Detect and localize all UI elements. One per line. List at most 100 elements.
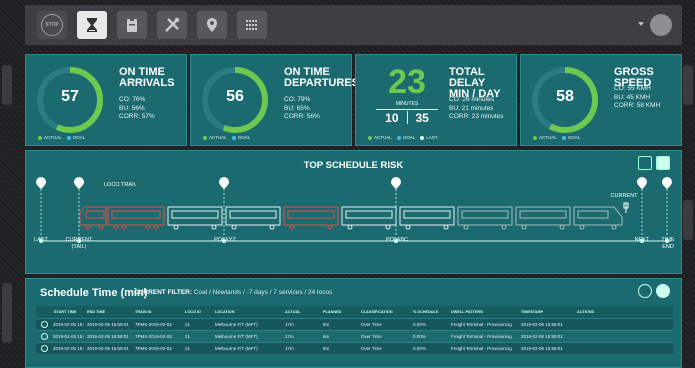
table-cell: 0.00% — [413, 346, 426, 351]
expand-row-icon[interactable] — [41, 333, 48, 340]
column-header[interactable]: LOCATION — [212, 310, 282, 314]
table-cell: 6m — [323, 322, 330, 327]
table-cell: 2019-02-05 15:59:01 — [521, 334, 563, 339]
table-cell: Melbourne F/T (MFT) — [215, 346, 258, 351]
table-cell: 17m — [285, 322, 294, 327]
pin-poi-xyz-icon — [219, 177, 229, 189]
table-cell: 7PMS-2019-02-02 — [135, 334, 172, 339]
wagon-2 — [225, 206, 281, 230]
kpi-total-delay[interactable]: 23 MINUTES 10 35 TOTAL DELAY MIN / DAY CO:… — [355, 54, 517, 146]
user-menu-chevron-icon[interactable] — [638, 22, 644, 26]
arrivals-legend: ACTUAL GOAL — [38, 135, 85, 140]
pin-time-end-icon — [662, 177, 672, 189]
table-cell: 2019-02-05 15:02:39 — [53, 334, 84, 339]
wagon-7 — [515, 206, 571, 230]
signal-icon — [623, 202, 629, 213]
pin-current-tail-icon — [74, 177, 84, 189]
table-cell: 17m — [285, 334, 294, 339]
stop-button[interactable]: STOP — [37, 11, 67, 39]
clipboard-icon — [127, 18, 137, 32]
loco-lead — [573, 206, 623, 230]
stop-icon: STOP — [41, 14, 63, 36]
kpi-on-time-arrivals[interactable]: 57 ON TIME ARRIVALS CO: 76% BU: 56% CORR: 5… — [25, 54, 187, 146]
pin-poi-abc-icon — [391, 177, 401, 189]
table-cell: Freight Terminal - Provisioning — [451, 322, 512, 327]
column-header[interactable]: LOCO ID — [182, 310, 212, 314]
departures-stats: CO: 79% BU: 65% CORR: 56% — [284, 96, 320, 120]
table-cell: Freight Terminal - Provisioning — [451, 334, 512, 339]
table-cell: 2019-02-05 15:59:01 — [521, 322, 563, 327]
table-cell: 21 — [185, 334, 191, 339]
delay-legend: ACTUAL GOAL LAST — [368, 135, 438, 140]
table-cell: Melbourne F/T (MFT) — [215, 322, 258, 327]
right-drawer-tab[interactable] — [683, 200, 693, 240]
delay-stats: CO: 26 minutes BU: 21 minutes CORR: 23 min… — [449, 96, 504, 120]
column-header[interactable]: PLANNED — [320, 310, 358, 314]
kpi-gross-speed[interactable]: 58 GROSS SPEED CO: 55 KMH BU: 45 KMH CORR:… — [520, 54, 682, 146]
column-header[interactable]: DWELL PATTERN — [448, 310, 518, 314]
schedule-grid-icon — [246, 20, 257, 30]
list-view-icon[interactable] — [656, 284, 670, 298]
column-header[interactable]: TIMESTAMP — [518, 310, 574, 314]
delay-split: 10 35 — [385, 111, 429, 125]
column-header[interactable]: TRAIN ID — [132, 310, 182, 314]
left-drawer-tab[interactable] — [2, 283, 12, 343]
wagon-4 — [341, 206, 397, 230]
table-cell: 2019-02-05 15:59:01 — [521, 346, 563, 351]
pin-last-icon — [36, 177, 46, 189]
avatar[interactable] — [650, 14, 672, 36]
wagon-1 — [167, 206, 223, 230]
loco-trail-label: LOCO TRAIL — [104, 182, 137, 188]
kpi-on-time-departures[interactable]: 56 ON TIME DEPARTURES CO: 79% BU: 65% CORR:… — [190, 54, 359, 146]
table-cell: 21 — [185, 322, 191, 327]
left-expand-tab[interactable] — [2, 65, 12, 105]
table-row[interactable]: 2019-02-05 15:02:392019-02-05 15:59:017P… — [36, 330, 673, 342]
risk-timeline — [36, 177, 672, 243]
table-cell: 6m — [323, 334, 330, 339]
arrivals-stats: CO: 76% BU: 56% CORR: 57% — [119, 96, 155, 120]
table-cell: Freight Terminal - Provisioning — [451, 346, 512, 351]
table-cell: 17m — [285, 346, 294, 351]
arrivals-title: ON TIME ARRIVALS — [119, 66, 175, 89]
hourglass-button[interactable] — [77, 11, 107, 39]
marker-poi-xyz: POI XYZ — [214, 237, 236, 243]
tools-icon — [165, 17, 180, 32]
column-header[interactable]: % SCHEDULE — [410, 310, 448, 314]
column-header[interactable]: END TIME — [84, 310, 132, 314]
marker-current: CURRENT — [610, 193, 638, 199]
departures-title: ON TIME DEPARTURES — [284, 66, 359, 89]
schedule-title: Schedule Time (min) — [40, 287, 148, 299]
clipboard-button[interactable] — [117, 11, 147, 39]
wagon-6 — [457, 206, 513, 230]
schedule-table: START TIME END TIME TRAIN ID LOCO ID LOCATIO… — [36, 306, 673, 354]
stop-label: STOP — [45, 22, 59, 28]
globe-icon[interactable] — [638, 284, 652, 298]
right-expand-tab[interactable] — [683, 65, 693, 105]
speed-stats: CO: 55 KMH BU: 45 KMH CORR: 58 KMH — [614, 85, 661, 109]
tools-button[interactable] — [157, 11, 187, 39]
schedule-grid-button[interactable] — [237, 11, 267, 39]
marker-time-end: TIME END — [661, 237, 675, 250]
table-cell: Over Time — [361, 334, 382, 339]
wagon-5 — [399, 206, 455, 230]
top-toolbar: STOP — [25, 5, 682, 45]
expand-row-icon[interactable] — [41, 321, 48, 328]
table-cell: 6m — [323, 346, 330, 351]
marker-last: LAST — [34, 237, 48, 243]
map-pin-button[interactable] — [197, 11, 227, 39]
marker-current-tail: CURRENT (TAIL) — [65, 237, 93, 250]
current-filter[interactable]: CURRENT FILTER: Coal / Newlands / -7 day… — [134, 289, 332, 296]
table-cell: 2019-02-05 15:59:01 — [87, 334, 129, 339]
table-header: START TIME END TIME TRAIN ID LOCO ID LOCATIO… — [36, 306, 673, 318]
speed-legend: ACTUAL GOAL — [533, 135, 580, 140]
departures-value: 56 — [226, 88, 244, 105]
table-row[interactable]: 2019-02-05 15:02:392019-02-05 15:59:017P… — [36, 342, 673, 354]
table-row[interactable]: 2019-02-05 15:02:392019-02-05 15:59:017P… — [36, 318, 673, 330]
column-header[interactable]: ACTIONS — [574, 310, 614, 314]
train-consist — [79, 206, 623, 230]
loco-1 — [79, 206, 107, 230]
expand-row-icon[interactable] — [41, 345, 48, 352]
column-header[interactable]: CLASSIFICATION — [358, 310, 410, 314]
column-header[interactable]: ACTUAL — [282, 310, 320, 314]
column-header[interactable]: START TIME — [36, 310, 84, 314]
